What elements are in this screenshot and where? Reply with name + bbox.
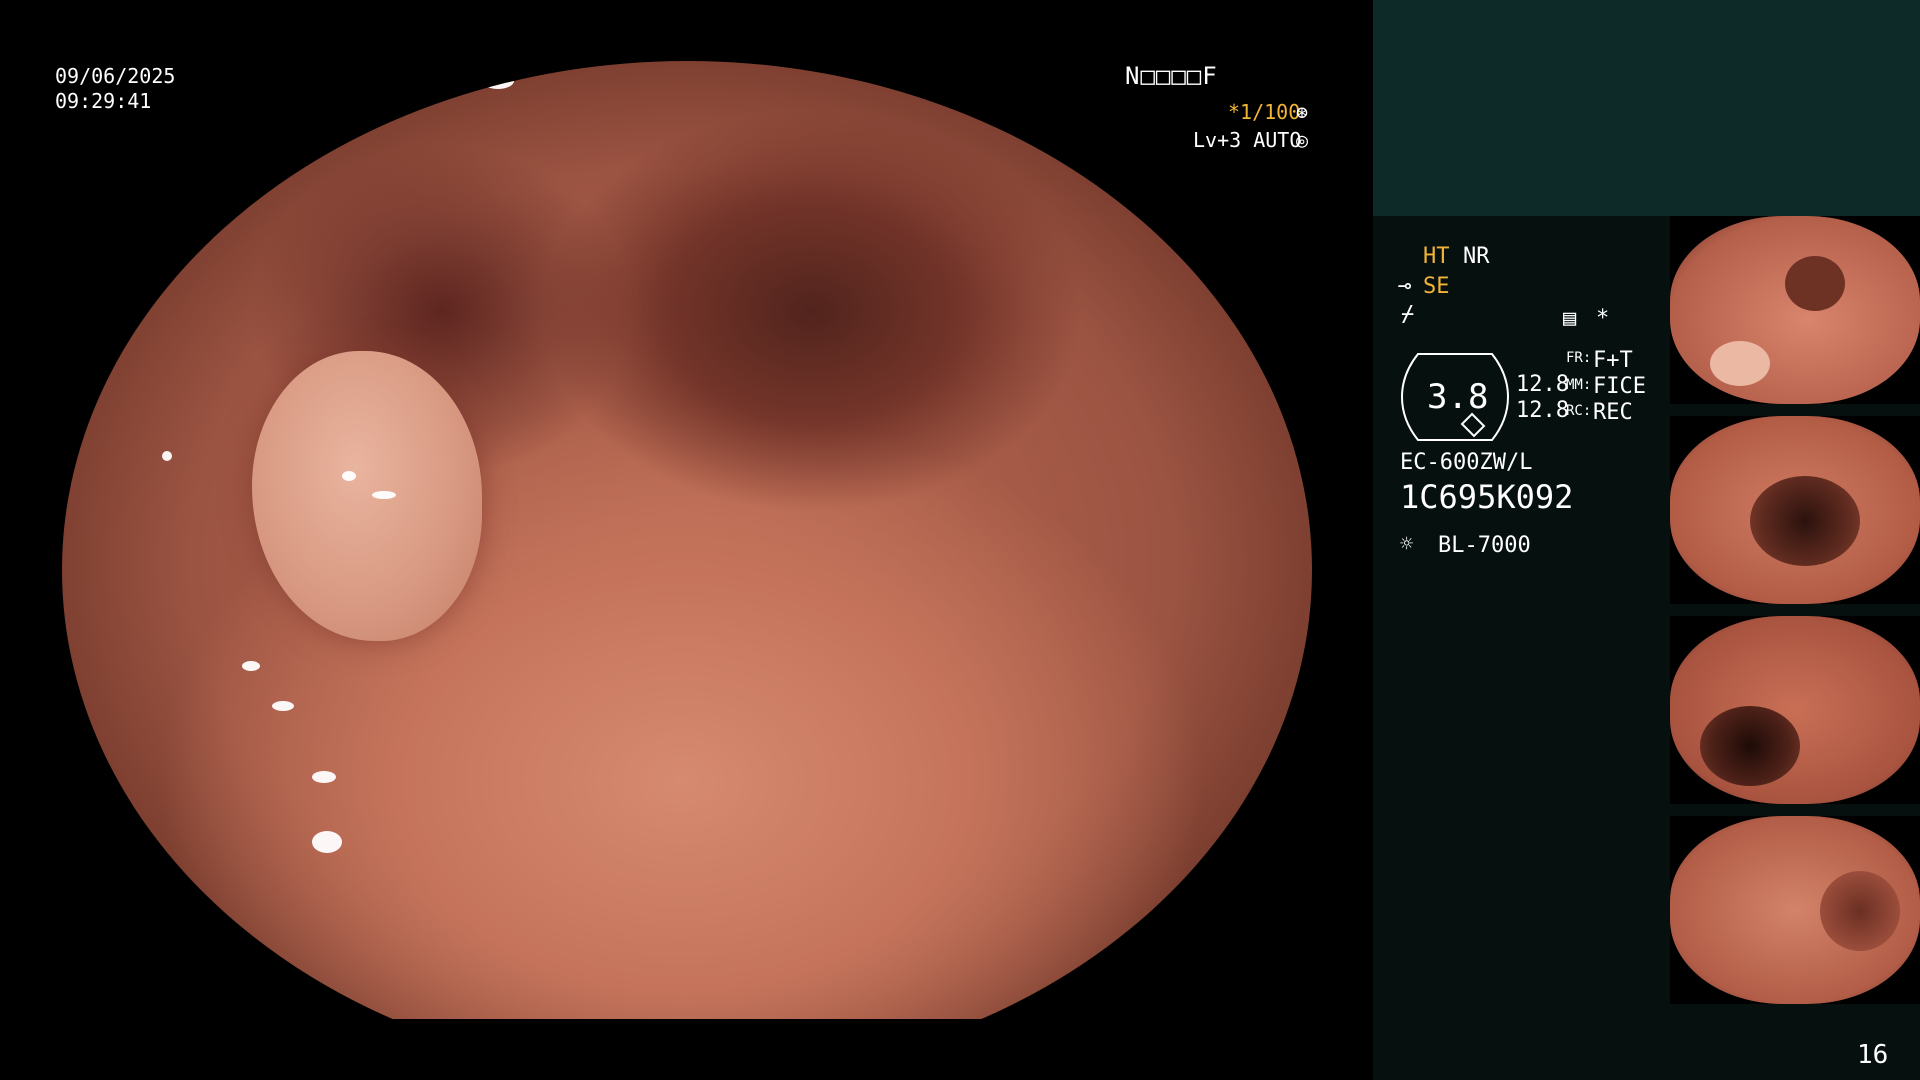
fr-label: FR:: [1566, 350, 1592, 366]
light-source: BL-7000: [1438, 533, 1531, 558]
rc-value: REC: [1593, 400, 1633, 425]
osd-date: 09/06/2025: [55, 64, 176, 88]
glare: [312, 771, 336, 783]
settings-icon: ▤: [1563, 306, 1577, 331]
shutter-icon: ⊛: [1296, 100, 1309, 124]
auto-icon: ◎: [1296, 128, 1309, 152]
magnification-value: 3.8: [1427, 377, 1489, 417]
glare: [242, 661, 260, 671]
thumbnail-2[interactable]: [1670, 416, 1920, 604]
scope-icon: ⊸: [1398, 274, 1412, 299]
mask-top: [0, 0, 1372, 61]
ht-label: HT: [1423, 244, 1450, 269]
page-number: 16: [1857, 1040, 1889, 1070]
osd-shutter: *1/100: [1228, 100, 1301, 124]
nr-label: NR: [1463, 244, 1490, 269]
glare: [162, 451, 172, 461]
osd-time: 09:29:41: [55, 89, 152, 113]
endoscope-view: 09/06/2025 09:29:41 N□□□□F *1/100 ⊛ Lv+3…: [0, 0, 1372, 1080]
scope-model: EC-600ZW/L: [1400, 450, 1533, 475]
thumbnail-1[interactable]: [1670, 216, 1920, 404]
osd-mode-code: N□□□□F: [1125, 62, 1218, 90]
glare: [272, 701, 294, 711]
lightning-icon: ⌿: [1401, 302, 1415, 327]
glare: [312, 831, 342, 853]
light-source-icon: ☼: [1400, 532, 1414, 557]
panel-header: [1373, 0, 1920, 216]
fr-value: F+T: [1593, 348, 1633, 373]
mask-bottom: [0, 1019, 1372, 1080]
info-panel: HT NR ⊸ SE ⌿ ▤ * 3.8 12.8 12.8 FR: F+T M…: [1373, 0, 1920, 1080]
se-label: SE: [1423, 274, 1450, 299]
mm-value: FICE: [1593, 374, 1646, 399]
endoscopic-image: [62, 61, 1312, 1079]
mm-label: MM:: [1566, 377, 1592, 393]
thumbnail-4[interactable]: [1670, 816, 1920, 1004]
glare: [482, 73, 514, 89]
glare: [372, 491, 396, 499]
osd-level: Lv+3 AUTO: [1193, 128, 1302, 152]
zoom-number-2: 12.8: [1516, 398, 1569, 423]
zoom-number-1: 12.8: [1516, 372, 1569, 397]
thumbnail-3[interactable]: [1670, 616, 1920, 804]
scope-serial: 1C695K092: [1400, 478, 1574, 516]
polyp: [252, 351, 482, 641]
star-icon: *: [1596, 306, 1610, 331]
glare: [342, 471, 356, 481]
rc-label: RC:: [1566, 403, 1592, 419]
